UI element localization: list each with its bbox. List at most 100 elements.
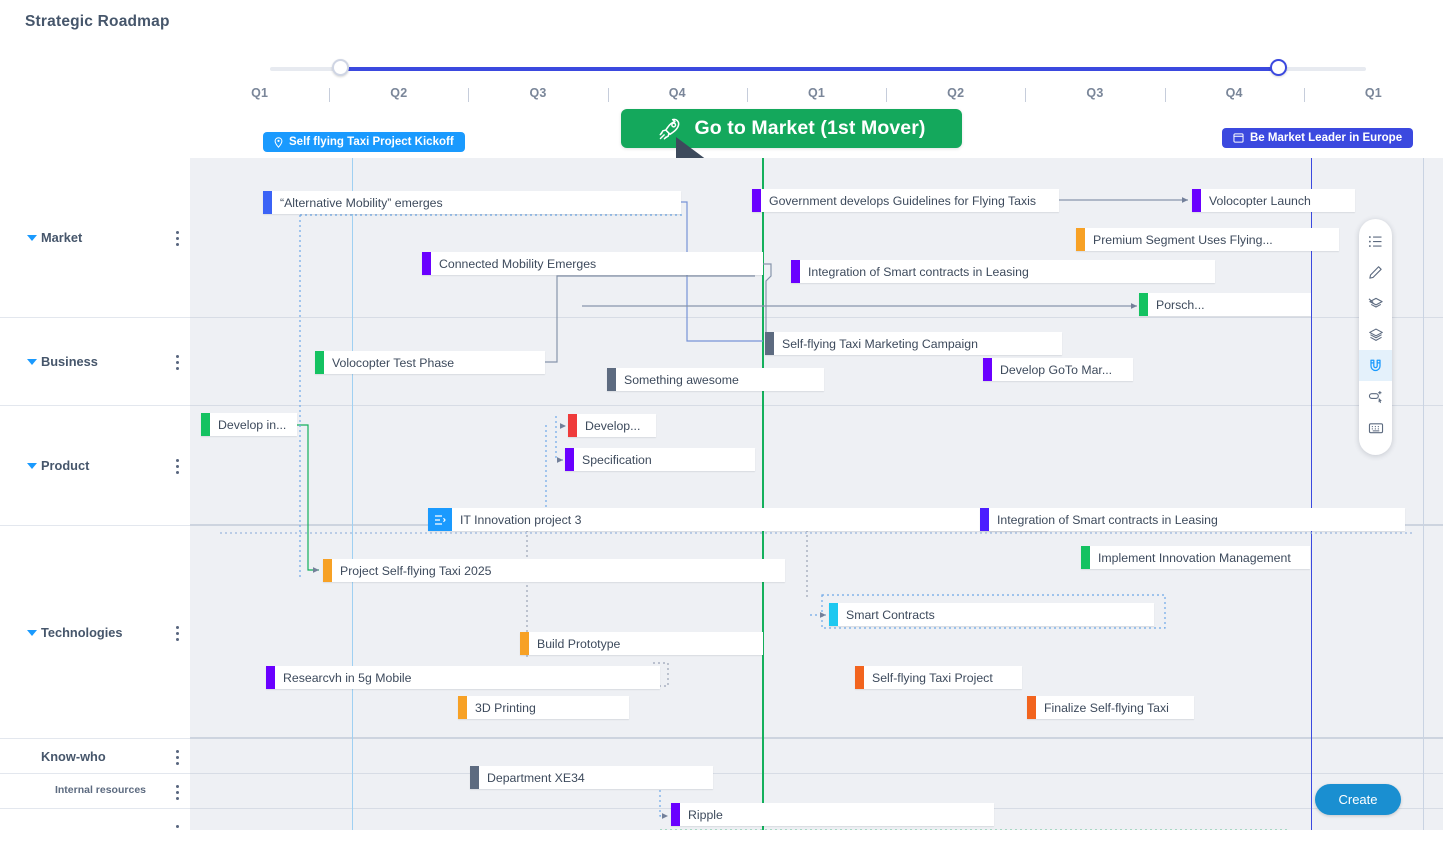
task-bar-label: Self-flying Taxi Marketing Campaign <box>782 336 978 351</box>
task-bar-accent <box>855 666 864 689</box>
lane-menu-icon[interactable] <box>176 784 179 803</box>
lane-menu-icon[interactable] <box>176 749 179 768</box>
task-bar[interactable]: Volocopter Test Phase <box>315 351 545 374</box>
keyboard-icon[interactable] <box>1359 412 1392 443</box>
task-bar-label: Finalize Self-flying Taxi <box>1044 700 1169 715</box>
quarter-label-0: Q1 <box>251 86 269 100</box>
layers-off-icon[interactable] <box>1359 288 1392 319</box>
task-bar[interactable]: 3D Printing <box>458 696 629 719</box>
task-bar-accent <box>791 260 800 283</box>
quarter-label-4: Q1 <box>807 86 826 100</box>
task-bar-label: Develop in... <box>218 417 287 432</box>
task-bar[interactable]: Self-flying Taxi Marketing Campaign <box>765 332 1062 355</box>
timeline-marker-line-2 <box>1311 158 1312 830</box>
task-bar[interactable]: Researcvh in 5g Mobile <box>266 666 660 689</box>
task-bar[interactable]: Connected Mobility Emerges <box>422 252 763 275</box>
task-bar-accent <box>263 191 272 214</box>
task-bar-accent <box>829 603 838 626</box>
task-bar[interactable]: Develop... <box>568 414 656 437</box>
roadmap-grid <box>190 158 1443 854</box>
link-add-icon[interactable] <box>1359 381 1392 412</box>
task-bar[interactable]: Government develops Guidelines for Flyin… <box>752 189 1059 212</box>
task-bar-accent <box>607 368 616 391</box>
task-bar[interactable]: Develop in... <box>201 413 297 436</box>
task-square-icon <box>428 508 452 531</box>
task-bar[interactable]: Ripple <box>671 803 994 826</box>
lane-label-product[interactable]: Product <box>0 406 190 526</box>
lane-label-business[interactable]: Business <box>0 318 190 406</box>
task-bar[interactable]: Finalize Self-flying Taxi <box>1027 696 1194 719</box>
quarter-label-2: Q3 <box>529 86 547 100</box>
quarter-label-7: Q4 <box>1225 86 1243 100</box>
task-bar-accent <box>1139 293 1148 316</box>
layers-icon[interactable] <box>1359 319 1392 350</box>
timeline-marker-line-0 <box>352 158 353 830</box>
create-button[interactable]: Create <box>1315 784 1401 815</box>
milestone-market-leader[interactable]: Be Market Leader in Europe <box>1222 128 1414 148</box>
task-bar[interactable]: Project Self-flying Taxi 2025 <box>323 559 785 582</box>
lane-label-internal-resources[interactable]: Internal resources <box>0 774 190 809</box>
task-bar[interactable]: Premium Segment Uses Flying... <box>1076 228 1339 251</box>
lane-menu-icon[interactable] <box>176 355 179 373</box>
magnet-icon[interactable] <box>1359 350 1392 381</box>
task-bar[interactable]: Implement Innovation Management <box>1081 546 1310 569</box>
lane-menu-icon[interactable] <box>176 231 179 249</box>
task-bar-accent <box>323 559 332 582</box>
task-bar[interactable]: Department XE34 <box>470 766 713 789</box>
chevron-down-icon[interactable] <box>27 629 37 636</box>
quarter-label-8: Q1 <box>1364 86 1382 100</box>
lane-menu-icon[interactable] <box>176 459 179 477</box>
task-bar-accent <box>1192 189 1201 212</box>
timeline-marker-line-3 <box>1423 158 1424 830</box>
task-bar[interactable]: “Alternative Mobility” emerges <box>263 191 681 214</box>
quarter-label-5: Q2 <box>947 86 965 100</box>
task-bar-label: Researcvh in 5g Mobile <box>283 670 412 685</box>
task-bar-label: Department XE34 <box>487 770 585 785</box>
chevron-down-icon[interactable] <box>27 463 37 469</box>
chevron-down-icon[interactable] <box>27 235 37 241</box>
milestone-kickoff[interactable]: Self flying Taxi Project Kickoff <box>263 132 465 152</box>
task-bar-label: Integration of Smart contracts in Leasin… <box>997 512 1218 527</box>
task-bar-label: Ripple <box>688 807 723 822</box>
side-toolbar <box>1359 219 1392 455</box>
lane-menu-icon[interactable] <box>176 625 179 644</box>
task-bar-accent <box>752 189 761 212</box>
task-bar[interactable]: Smart Contracts <box>829 603 1154 626</box>
task-bar[interactable]: Self-flying Taxi Project <box>855 666 1022 689</box>
task-bar-accent <box>470 766 479 789</box>
task-bar-label: Premium Segment Uses Flying... <box>1093 232 1273 247</box>
task-bar-label: Develop... <box>585 418 641 433</box>
task-bar[interactable]: Specification <box>565 448 755 471</box>
lane-label-know-who[interactable]: Know-who <box>0 739 190 774</box>
task-bar-accent <box>983 358 992 381</box>
milestone-market-leader-label: Be Market Leader in Europe <box>1250 132 1403 144</box>
task-bar[interactable]: IT Innovation project 3↗ <box>428 508 1048 531</box>
chevron-down-icon[interactable] <box>27 359 37 365</box>
task-bar-label: IT Innovation project 3 <box>460 512 582 527</box>
task-bar-accent <box>671 803 680 826</box>
task-bar-label: Porsch... <box>1156 297 1205 312</box>
task-bar[interactable]: Something awesome <box>607 368 824 391</box>
task-bar-accent <box>458 696 467 719</box>
task-bar[interactable]: Volocopter Launch <box>1192 189 1355 212</box>
lane-title: Business <box>41 354 98 369</box>
task-bar-accent <box>422 252 431 275</box>
list-icon[interactable] <box>1359 226 1392 257</box>
task-bar[interactable]: Build Prototype <box>520 632 763 655</box>
lane-label-market[interactable]: Market <box>0 158 190 318</box>
lane-label-column: Market Business Product Technologies Know-wh… <box>0 158 190 854</box>
lane-label-technologies[interactable]: Technologies <box>0 526 190 739</box>
task-bar[interactable]: Integration of Smart contracts in Leasin… <box>980 508 1405 531</box>
timeline-zoom-slider[interactable] <box>270 59 1366 76</box>
lane-band <box>190 739 1443 774</box>
task-bar-accent <box>565 448 574 471</box>
slider-handle-end[interactable] <box>1270 59 1287 76</box>
pencil-icon[interactable] <box>1359 257 1392 288</box>
lane-title: Know-who <box>41 748 106 764</box>
slider-handle-start[interactable] <box>332 59 349 76</box>
task-bar-label: Self-flying Taxi Project <box>872 670 993 685</box>
task-bar[interactable]: Integration of Smart contracts in Leasin… <box>791 260 1215 283</box>
task-bar[interactable]: Develop GoTo Mar... <box>983 358 1133 381</box>
task-bar[interactable]: Porsch... <box>1139 293 1311 316</box>
task-bar-label: Project Self-flying Taxi 2025 <box>340 563 492 578</box>
